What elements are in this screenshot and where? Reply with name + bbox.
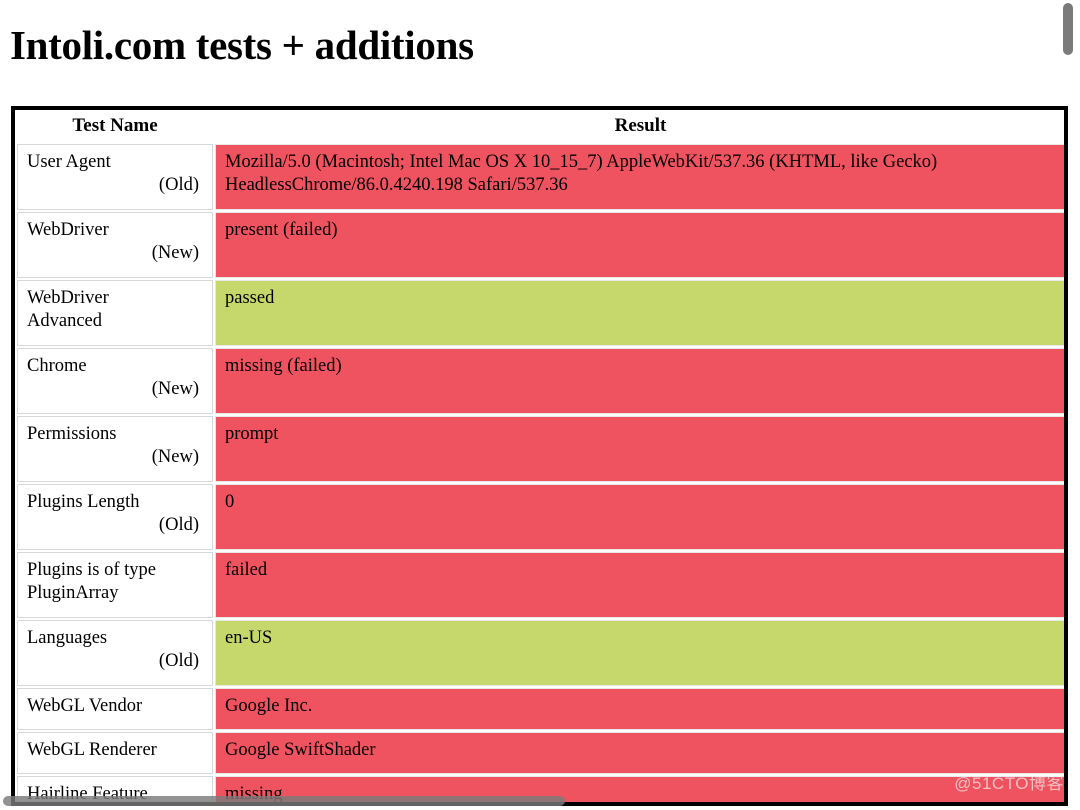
table-row: WebGL Renderer Google SwiftShader xyxy=(17,732,1064,774)
table-row: WebGL Vendor Google Inc. xyxy=(17,688,1064,730)
test-name-text: WebGL Vendor xyxy=(27,696,143,716)
results-table-container: Test Name Result User Agent (Old) Mozilla/… xyxy=(11,106,1068,806)
test-name-age-suffix: (Old) xyxy=(158,651,199,671)
test-name-text: WebDriver xyxy=(27,288,109,308)
test-name-cell: WebDriver Advanced xyxy=(17,280,213,346)
test-name-text: Plugins Length xyxy=(27,492,140,512)
column-header-result: Result xyxy=(215,112,1064,142)
test-name-cell: Plugins Length (Old) xyxy=(17,484,213,550)
table-row: User Agent (Old) Mozilla/5.0 (Macintosh; I… xyxy=(17,144,1064,210)
result-cell: 0 xyxy=(215,484,1064,550)
test-name-cell: Permissions (New) xyxy=(17,416,213,482)
table-row: Languages (Old) en-US xyxy=(17,620,1064,686)
result-cell: present (failed) xyxy=(215,212,1064,278)
result-cell: failed xyxy=(215,552,1064,618)
test-name-cell: WebDriver (New) xyxy=(17,212,213,278)
test-name-text: WebDriver xyxy=(27,220,109,240)
page-title: Intoli.com tests + additions xyxy=(10,22,474,68)
test-name-age-suffix: (New) xyxy=(151,447,199,467)
column-header-test-name: Test Name xyxy=(17,112,213,142)
table-row: Chrome (New) missing (failed) xyxy=(17,348,1064,414)
table-row: WebDriver Advanced passed xyxy=(17,280,1064,346)
test-name-age-suffix: (Old) xyxy=(158,175,199,195)
table-body: User Agent (Old) Mozilla/5.0 (Macintosh; I… xyxy=(17,144,1064,802)
test-name-text: Chrome xyxy=(27,356,87,376)
result-cell: missing (failed) xyxy=(215,348,1064,414)
page-root: Intoli.com tests + additions Test Name R… xyxy=(0,0,1080,810)
result-cell: passed xyxy=(215,280,1064,346)
table-row: WebDriver (New) present (failed) xyxy=(17,212,1064,278)
test-name-cell: WebGL Renderer xyxy=(17,732,213,774)
test-name-cell: WebGL Vendor xyxy=(17,688,213,730)
test-name-text: User Agent xyxy=(27,152,111,172)
test-name-age-suffix: (New) xyxy=(151,243,199,263)
test-name-text: Plugins is of type xyxy=(27,560,156,580)
result-cell: Google Inc. xyxy=(215,688,1064,730)
table-row: Permissions (New) prompt xyxy=(17,416,1064,482)
test-name-second-line: Advanced xyxy=(27,311,102,331)
test-name-cell: Chrome (New) xyxy=(17,348,213,414)
result-cell: Google SwiftShader xyxy=(215,732,1064,774)
table-header-row: Test Name Result xyxy=(17,112,1064,142)
test-name-age-suffix: (New) xyxy=(151,379,199,399)
table-header: Test Name Result xyxy=(17,112,1064,142)
test-name-cell: Languages (Old) xyxy=(17,620,213,686)
table-row: Plugins Length (Old) 0 xyxy=(17,484,1064,550)
vertical-scrollbar-thumb[interactable] xyxy=(1063,3,1073,55)
table-row: Plugins is of type PluginArray failed xyxy=(17,552,1064,618)
horizontal-scrollbar-thumb[interactable] xyxy=(3,796,565,806)
result-cell: Mozilla/5.0 (Macintosh; Intel Mac OS X 1… xyxy=(215,144,1064,210)
horizontal-scrollbar-track[interactable] xyxy=(0,794,1068,810)
test-name-cell: Plugins is of type PluginArray xyxy=(17,552,213,618)
test-name-second-line: PluginArray xyxy=(27,583,119,603)
test-name-text: Languages xyxy=(27,628,108,648)
test-name-text: Permissions xyxy=(27,424,117,444)
test-name-text: WebGL Renderer xyxy=(27,740,157,760)
results-table: Test Name Result User Agent (Old) Mozilla/… xyxy=(15,110,1064,802)
result-cell: prompt xyxy=(215,416,1064,482)
test-name-age-suffix: (Old) xyxy=(158,515,199,535)
test-name-cell: User Agent (Old) xyxy=(17,144,213,210)
result-cell: en-US xyxy=(215,620,1064,686)
